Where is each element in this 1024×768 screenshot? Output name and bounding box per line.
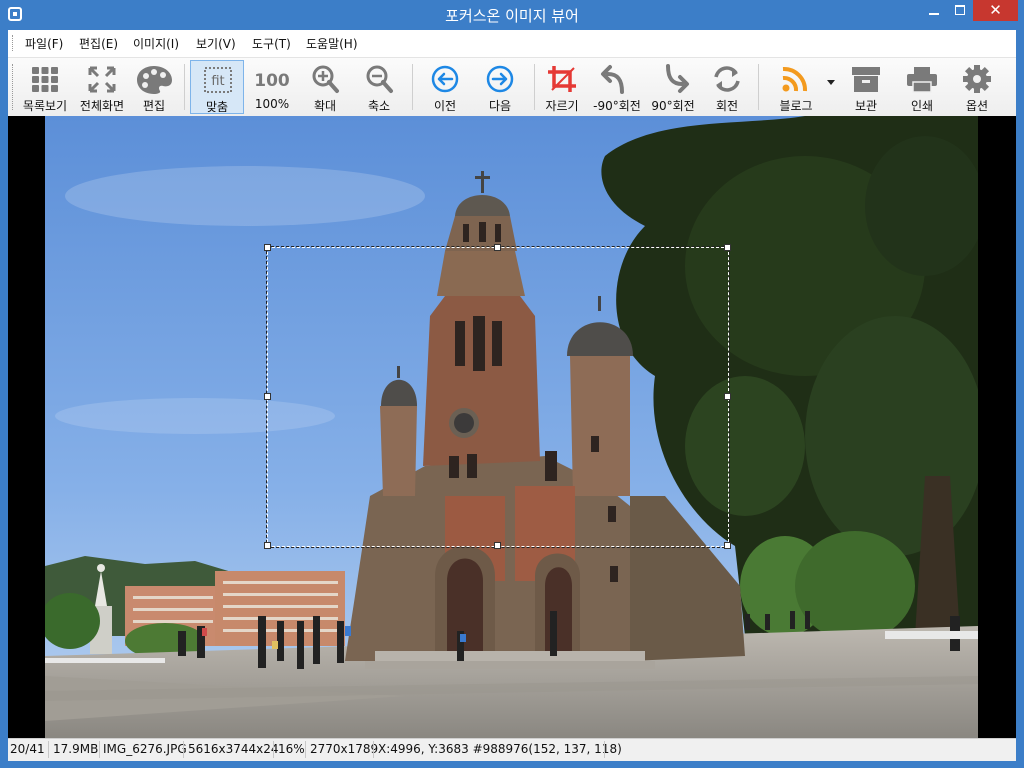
actual-size-button[interactable]: 100 100% <box>248 60 296 114</box>
grid-icon <box>32 67 58 92</box>
options-button[interactable]: 옵션 <box>952 60 1002 114</box>
menu-file[interactable]: 파일(F) <box>25 35 63 52</box>
archive-button[interactable]: 보관 <box>840 60 892 114</box>
close-button[interactable]: ✕ <box>973 0 1018 21</box>
fit-icon: fit <box>204 67 232 93</box>
selection-handle[interactable] <box>494 542 501 549</box>
list-view-button[interactable]: 목록보기 <box>17 60 73 114</box>
print-label: 인쇄 <box>910 99 934 113</box>
status-selection-size: 2770x1789 <box>310 742 379 756</box>
rotate-left-label: -90°회전 <box>593 99 641 113</box>
print-button[interactable]: 인쇄 <box>896 60 948 114</box>
blog-dropdown-arrow[interactable] <box>827 80 835 85</box>
maximize-button[interactable] <box>947 0 973 21</box>
previous-button[interactable]: 이전 <box>418 60 472 114</box>
zoom-in-button[interactable]: 확대 <box>300 60 350 114</box>
next-button[interactable]: 다음 <box>473 60 527 114</box>
minimize-button[interactable] <box>921 0 947 21</box>
status-separator <box>604 741 605 758</box>
menu-image[interactable]: 이미지(I) <box>133 35 179 52</box>
options-label: 옵션 <box>965 99 989 113</box>
status-file-name: IMG_6276.JPG <box>103 742 187 756</box>
rotate-icon <box>714 66 740 92</box>
actual-size-icon-text: 100 <box>254 71 290 91</box>
blog-label: 블로그 <box>779 99 813 113</box>
rotate-right-label: 90°회전 <box>651 99 695 113</box>
image-viewport[interactable] <box>8 116 1016 738</box>
selection-handle[interactable] <box>724 244 731 251</box>
crop-selection[interactable] <box>264 244 731 549</box>
rss-icon <box>782 66 808 92</box>
fit-icon-text: fit <box>211 74 224 89</box>
client-area: 파일(F) 편집(E) 이미지(I) 보기(V) 도구(T) 도움말(H) 목록… <box>8 30 1016 761</box>
menu-view[interactable]: 보기(V) <box>196 35 236 52</box>
crop-label: 자르기 <box>545 99 579 113</box>
menu-edit[interactable]: 편집(E) <box>79 35 118 52</box>
rotate-right-icon <box>666 64 689 93</box>
printer-icon <box>907 67 937 93</box>
edit-label: 편집 <box>142 99 166 113</box>
status-separator <box>48 741 49 758</box>
fit-button[interactable]: fit 맞춤 <box>190 60 244 114</box>
crop-icon <box>548 66 576 92</box>
close-icon: ✕ <box>989 1 1002 19</box>
status-separator <box>183 741 184 758</box>
status-image-index: 20/41 <box>10 742 45 756</box>
arrow-left-icon <box>431 65 459 93</box>
zoom-out-button[interactable]: 축소 <box>354 60 404 114</box>
rotate-right-button[interactable]: 90°회전 <box>648 60 698 114</box>
status-separator <box>373 741 374 758</box>
fullscreen-icon <box>88 66 116 93</box>
selection-handle[interactable] <box>264 393 271 400</box>
toolbar: 목록보기 전체화면 편집 fit 맞춤 100 100% 확대 축소 이전 다음… <box>8 58 1016 117</box>
status-bar: 20/41 17.9MB IMG_6276.JPG 5616x3744x24 1… <box>8 738 1016 761</box>
status-separator <box>99 741 100 758</box>
selection-handle[interactable] <box>264 542 271 549</box>
status-file-size: 17.9MB <box>53 742 99 756</box>
window-title: 포커스온 이미지 뷰어 <box>445 7 579 25</box>
zoom-out-label: 축소 <box>367 99 391 113</box>
actual-size-icon: 100 <box>254 71 290 91</box>
next-label: 다음 <box>488 99 512 113</box>
selection-handle[interactable] <box>724 393 731 400</box>
zoom-in-label: 확대 <box>313 99 337 113</box>
palette-icon <box>137 66 172 94</box>
edit-button[interactable]: 편집 <box>132 60 176 114</box>
app-window: 포커스온 이미지 뷰어 ✕ 파일(F) 편집(E) 이미지(I) 보기(V) 도… <box>0 0 1024 768</box>
status-image-dimensions: 5616x3744x24 <box>188 742 279 756</box>
selection-handle[interactable] <box>724 542 731 549</box>
arrow-right-icon <box>486 65 514 93</box>
fit-label: 맞춤 <box>205 100 229 114</box>
archive-label: 보관 <box>854 99 878 113</box>
status-zoom: 16% <box>278 742 305 756</box>
status-separator <box>273 741 274 758</box>
menu-tools[interactable]: 도구(T) <box>252 35 291 52</box>
menu-bar: 파일(F) 편집(E) 이미지(I) 보기(V) 도구(T) 도움말(H) <box>8 30 1016 58</box>
status-cursor-info: X:4996, Y:3683 #988976(152, 137, 118) <box>378 742 622 756</box>
menu-help[interactable]: 도움말(H) <box>306 35 358 52</box>
zoom-out-icon <box>366 65 393 93</box>
status-separator <box>305 741 306 758</box>
crop-button[interactable]: 자르기 <box>540 60 584 114</box>
archive-icon <box>852 67 880 92</box>
fullscreen-button[interactable]: 전체화면 <box>74 60 130 114</box>
title-bar: 포커스온 이미지 뷰어 ✕ <box>0 0 1024 30</box>
actual-size-label: 100% <box>254 97 290 111</box>
gear-icon <box>963 65 991 93</box>
blog-button[interactable]: 블로그 <box>768 60 824 114</box>
rotate-left-button[interactable]: -90°회전 <box>592 60 642 114</box>
selection-handle[interactable] <box>264 244 271 251</box>
selection-handle[interactable] <box>494 244 501 251</box>
zoom-in-icon <box>312 65 339 93</box>
menubar-grip[interactable] <box>12 35 16 51</box>
toolbar-separator <box>758 64 759 110</box>
rotate-button[interactable]: 회전 <box>704 60 750 114</box>
rotate-left-icon <box>601 65 624 94</box>
rotate-label: 회전 <box>715 99 739 113</box>
